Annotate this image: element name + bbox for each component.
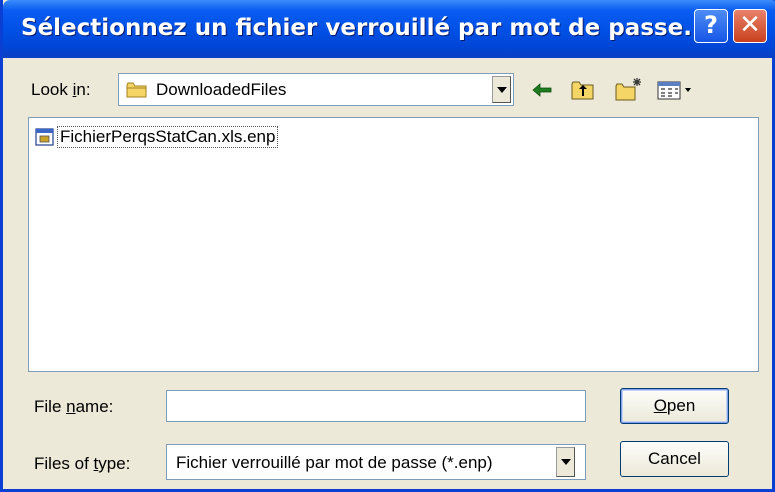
look-in-label: Look in:: [31, 80, 91, 99]
look-in-dropdown-arrow[interactable]: [492, 76, 511, 103]
list-item[interactable]: FichierPerqsStatCan.xls.enp: [35, 125, 279, 149]
title-bar[interactable]: Sélectionnez un fichier verrouillé par m…: [3, 0, 775, 58]
open-button[interactable]: Open: [620, 388, 729, 424]
back-arrow-icon[interactable]: [530, 75, 554, 105]
new-folder-icon[interactable]: [614, 75, 644, 105]
file-type-label: Files of type:: [34, 454, 131, 473]
view-menu-icon[interactable]: [656, 75, 696, 105]
up-one-level-icon[interactable]: [570, 75, 596, 105]
file-open-dialog: Sélectionnez un fichier verrouillé par m…: [0, 0, 775, 492]
dialog-title: Sélectionnez un fichier verrouillé par m…: [21, 15, 692, 41]
file-type-dropdown[interactable]: Fichier verrouillé par mot de passe (*.e…: [166, 444, 586, 480]
help-button[interactable]: ?: [694, 9, 728, 43]
cancel-button[interactable]: Cancel: [620, 441, 729, 477]
close-button[interactable]: ✕: [733, 9, 767, 43]
look-in-dropdown[interactable]: DownloadedFiles: [118, 73, 514, 106]
close-icon: ✕: [739, 10, 761, 40]
folder-icon: [126, 82, 147, 98]
file-name-input[interactable]: [166, 390, 586, 422]
file-list[interactable]: FichierPerqsStatCan.xls.enp: [28, 117, 759, 372]
encrypted-file-icon: [35, 128, 54, 146]
file-name-label: File name:: [34, 397, 114, 416]
file-type-value: Fichier verrouillé par mot de passe (*.e…: [176, 453, 493, 472]
look-in-value: DownloadedFiles: [156, 80, 287, 99]
file-type-dropdown-arrow[interactable]: [556, 447, 575, 477]
file-name-text: FichierPerqsStatCan.xls.enp: [57, 126, 279, 148]
question-mark-icon: ?: [704, 11, 718, 39]
